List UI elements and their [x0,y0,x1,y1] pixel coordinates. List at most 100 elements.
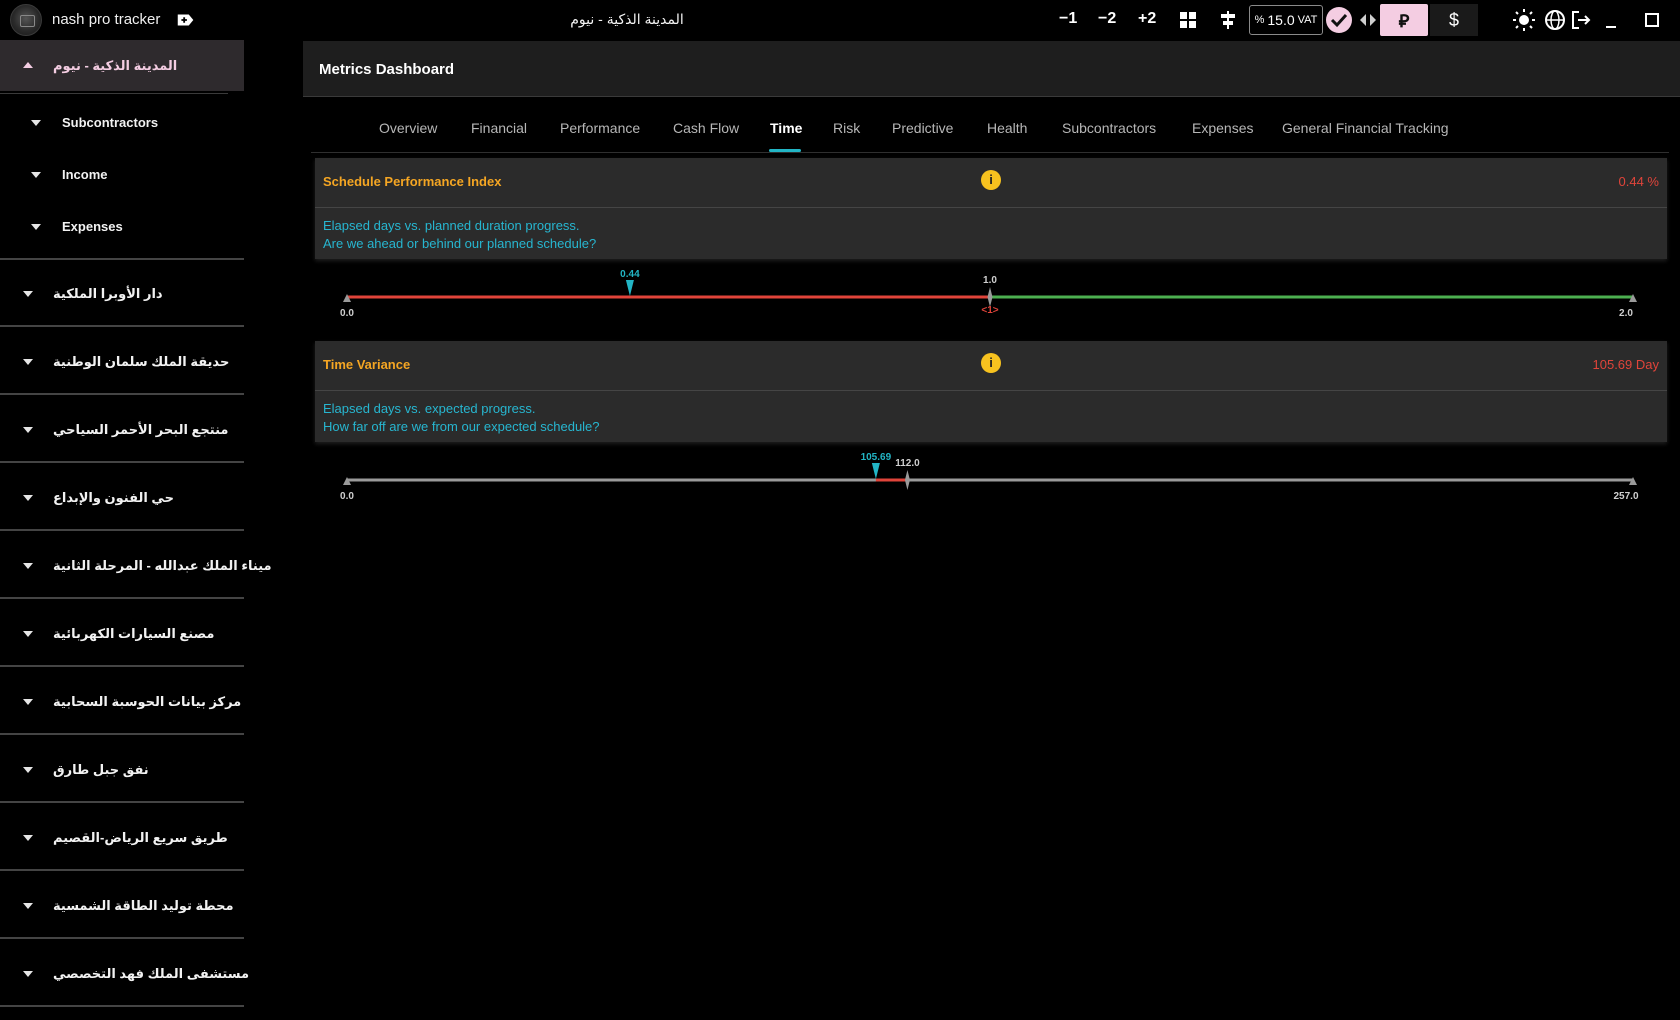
sidebar-project-label: مركز بيانات الحوسبة السحابية [53,694,242,709]
tab-predictive[interactable]: Predictive [892,120,953,136]
sidebar-project-label: محطة توليد الطاقة الشمسية [53,898,234,913]
chevron-up-icon [23,62,33,68]
shift-plus-2-button[interactable]: +2 [1138,10,1156,28]
metric-title: Time Variance [323,357,411,372]
sidebar-project-label: مستشفى الملك فهد التخصصي [53,966,250,981]
sidebar-project-label: حي الفنون والإبداع [53,490,174,505]
divider [0,393,244,395]
metric-value: 0.44 % [1618,174,1659,189]
chevron-down-icon [23,359,33,365]
chevron-down-icon [23,427,33,433]
sun-icon[interactable] [1512,8,1536,32]
divider [0,869,244,871]
sidebar-active-project-label: المدينة الذكية - نيوم [53,58,178,73]
metric-question: How far off are we from our expected sch… [323,419,600,434]
chevron-down-icon [23,291,33,297]
info-icon[interactable]: i [981,353,1001,373]
currency-usd-button[interactable]: $ [1430,4,1478,36]
gauge-target-note: <1> [981,305,998,316]
chevron-down-icon [31,224,41,230]
chevron-down-icon [23,767,33,773]
chevron-down-icon [23,971,33,977]
sidebar-project-label: حديقة الملك سلمان الوطنية [53,354,230,369]
metric-card-spi: Schedule Performance Index i 0.44 % Elap… [315,158,1667,259]
active-tab-indicator [769,149,801,152]
gauge-value-label: 0.44 [620,269,640,280]
divider [0,733,244,735]
divider [315,390,1667,391]
sidebar-project-label: نفق جبل طارق [53,762,149,777]
vat-field[interactable]: % 15.0 VAT [1249,5,1323,35]
tab-performance[interactable]: Performance [560,120,640,136]
divider [0,1005,244,1007]
maximize-icon[interactable] [1640,8,1664,32]
logout-icon[interactable] [1569,8,1593,32]
sidebar-project-label: دار الأوبرا الملكية [53,286,163,301]
tab-time[interactable]: Time [770,120,802,136]
align-center-icon[interactable] [1216,8,1240,32]
gauge-min-label: 0.0 [340,308,354,319]
sidebar-project-label: منتجع البحر الأحمر السياحي [53,422,229,437]
gauge-value-pointer [625,280,634,296]
metric-value: 105.69 Day [1592,357,1660,372]
confirm-button[interactable] [1326,7,1352,33]
gauge-max-label: 2.0 [1619,308,1633,319]
gauge-target-marker [904,470,910,490]
vat-value: 15.0 [1267,12,1295,28]
chevron-down-icon [23,563,33,569]
metric-title: Schedule Performance Index [323,174,502,189]
chevron-down-icon [23,495,33,501]
globe-icon[interactable] [1543,8,1567,32]
gauge-target-label: 1.0 [983,275,997,286]
sidebar-subitem-label: Expenses [62,219,123,234]
divider [0,529,244,531]
gauge-target-marker [987,287,993,307]
chevron-down-icon [23,903,33,909]
divider [0,597,244,599]
main-header: Metrics Dashboard [303,41,1680,97]
gauge-value-pointer [871,463,880,479]
chevron-down-icon [23,835,33,841]
tab-bar: Overview Financial Performance Cash Flow… [311,104,1669,153]
divider [0,461,244,463]
gauge-target-label: 112.0 [895,458,920,469]
tab-overview[interactable]: Overview [379,120,437,136]
time-variance-gauge: 0.0 257.0 112.0105.69 [340,452,1639,502]
dashboard-grid-icon[interactable] [1176,8,1200,32]
divider [0,665,244,667]
minimize-icon[interactable] [1600,8,1624,32]
divider [0,937,244,939]
divider [0,801,244,803]
vat-label: VAT [1297,14,1318,26]
chevron-down-icon [31,120,41,126]
shift-minus-1-button[interactable]: −1 [1059,10,1077,28]
gauge-value-label: 105.69 [861,452,892,463]
metric-question: Are we ahead or behind our planned sched… [323,236,597,251]
divider [0,258,244,260]
tab-expenses[interactable]: Expenses [1192,120,1253,136]
shift-minus-2-button[interactable]: −2 [1098,10,1116,28]
tab-cash-flow[interactable]: Cash Flow [673,120,739,136]
divider [0,93,228,94]
tab-subcontractors[interactable]: Subcontractors [1062,120,1156,136]
vat-percent-sign: % [1254,14,1265,26]
divider [315,207,1667,208]
sidebar-project-label: طريق سريع الرياض-القصيم [53,830,228,845]
page-title: Metrics Dashboard [319,61,455,78]
tab-health[interactable]: Health [987,120,1027,136]
metric-card-time-variance: Time Variance i 105.69 Day Elapsed days … [315,341,1667,442]
tab-risk[interactable]: Risk [833,120,860,136]
sidebar-item-active-project[interactable]: المدينة الذكية - نيوم [0,40,244,91]
metric-description: Elapsed days vs. planned duration progre… [323,218,580,233]
sidebar-subitem-label: Subcontractors [62,115,159,130]
currency-sar-button[interactable]: ⃁ [1380,4,1428,36]
spi-gauge: 0.0 2.0 1.0 <1> 0.44 [340,269,1637,319]
gauge-max-label: 257.0 [1613,491,1638,502]
swap-direction-icon[interactable] [1356,8,1380,32]
info-icon[interactable]: i [981,170,1001,190]
tab-financial[interactable]: Financial [471,120,527,136]
sidebar: المدينة الذكية - نيوم Subcontractors Inc… [0,40,272,1020]
chevron-down-icon [23,699,33,705]
tab-general-financial-tracking[interactable]: General Financial Tracking [1282,120,1449,136]
sidebar-project-label: ميناء الملك عبدالله - المرحلة الثانية [53,558,272,573]
